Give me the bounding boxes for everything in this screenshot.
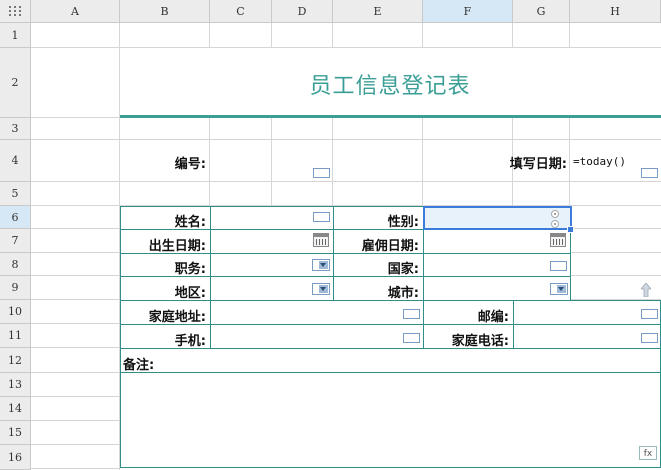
grid-line bbox=[569, 23, 570, 48]
number-label: 编号: bbox=[174, 157, 206, 172]
grid-line bbox=[31, 299, 120, 300]
position-label: 职务: bbox=[174, 262, 206, 277]
row-header-3[interactable]: 3 bbox=[0, 118, 31, 140]
grid-line bbox=[571, 252, 661, 253]
fill-date-label: 填写日期: bbox=[509, 157, 567, 172]
column-header-d[interactable]: D bbox=[272, 0, 333, 23]
home-phone-field-button[interactable] bbox=[641, 333, 658, 343]
notes-fx-button[interactable]: fx bbox=[639, 446, 657, 460]
column-header-c[interactable]: C bbox=[210, 0, 272, 23]
row-header-2[interactable]: 2 bbox=[0, 48, 31, 118]
row-header-6[interactable]: 6 bbox=[0, 206, 31, 229]
title-underline bbox=[120, 115, 661, 118]
grid-line bbox=[569, 118, 570, 206]
column-header-a[interactable]: A bbox=[31, 0, 120, 23]
fill-date-formula[interactable]: =today() bbox=[573, 155, 626, 168]
row-header-11[interactable]: 11 bbox=[0, 324, 31, 348]
region-label: 地区: bbox=[174, 286, 206, 301]
grid-line bbox=[31, 372, 120, 373]
grid-line bbox=[571, 228, 661, 229]
grid-line bbox=[31, 444, 120, 445]
mobile-field-button[interactable] bbox=[403, 333, 420, 343]
name-field-button[interactable] bbox=[313, 212, 330, 222]
grid-line bbox=[422, 23, 423, 48]
grid-line bbox=[209, 23, 210, 48]
column-header-e[interactable]: E bbox=[333, 0, 423, 23]
column-header-h[interactable]: H bbox=[570, 0, 661, 23]
row-header-9[interactable]: 9 bbox=[0, 276, 31, 300]
grid-line bbox=[332, 118, 333, 206]
grid-line bbox=[209, 118, 210, 206]
grid-line bbox=[31, 468, 120, 469]
row-header-12[interactable]: 12 bbox=[0, 348, 31, 373]
city-dropdown-icon[interactable] bbox=[550, 283, 568, 295]
gender-cell-selected[interactable] bbox=[423, 206, 572, 230]
gender-radio-female[interactable] bbox=[551, 220, 559, 228]
fill-date-field-button[interactable] bbox=[641, 168, 658, 178]
selection-fill-handle[interactable] bbox=[567, 226, 574, 233]
zip-code-field-button[interactable] bbox=[641, 309, 658, 319]
column-header-f[interactable]: F bbox=[423, 0, 513, 23]
number-field-button[interactable] bbox=[313, 168, 330, 178]
select-all-corner[interactable] bbox=[0, 0, 31, 23]
row-header-1[interactable]: 1 bbox=[0, 23, 31, 48]
hire-date-calendar-icon[interactable] bbox=[550, 233, 566, 247]
home-address-label: 家庭地址: bbox=[148, 310, 206, 325]
column-header-b[interactable]: B bbox=[120, 0, 210, 23]
gender-radio-male[interactable] bbox=[551, 210, 559, 218]
grid-line bbox=[31, 181, 661, 182]
home-phone-label: 家庭电话: bbox=[451, 334, 509, 349]
grid-line bbox=[31, 275, 120, 276]
birth-date-calendar-icon[interactable] bbox=[313, 233, 329, 247]
row-header-4[interactable]: 4 bbox=[0, 140, 31, 182]
column-header-g[interactable]: G bbox=[513, 0, 570, 23]
row-header-8[interactable]: 8 bbox=[0, 253, 31, 276]
scroll-up-arrow-icon[interactable] bbox=[641, 283, 651, 297]
grid-line bbox=[31, 323, 120, 324]
table-border bbox=[513, 300, 514, 349]
grid-line bbox=[271, 23, 272, 48]
form-title: 员工信息登记表 bbox=[309, 74, 471, 99]
grid-line bbox=[31, 396, 120, 397]
row-header-10[interactable]: 10 bbox=[0, 300, 31, 324]
table-border bbox=[210, 206, 211, 349]
country-label: 国家: bbox=[387, 262, 419, 277]
grid-line bbox=[332, 23, 333, 48]
row-header-13[interactable]: 13 bbox=[0, 373, 31, 397]
table-border bbox=[120, 467, 661, 468]
notes-label: 备注: bbox=[123, 358, 155, 373]
region-dropdown-icon[interactable] bbox=[312, 283, 330, 295]
grid-line bbox=[31, 47, 661, 48]
country-field-button[interactable] bbox=[550, 261, 567, 271]
row-header-5[interactable]: 5 bbox=[0, 182, 31, 206]
gender-label: 性别: bbox=[387, 215, 419, 230]
grid-line bbox=[571, 275, 661, 276]
grid-line bbox=[31, 420, 120, 421]
row-header-7[interactable]: 7 bbox=[0, 229, 31, 253]
table-border bbox=[120, 372, 661, 373]
select-all-grid-icon bbox=[9, 6, 21, 16]
grid-line bbox=[512, 23, 513, 48]
grid-line bbox=[31, 228, 120, 229]
row-header-14[interactable]: 14 bbox=[0, 397, 31, 421]
hire-date-label: 雇佣日期: bbox=[361, 239, 419, 254]
home-address-field-button[interactable] bbox=[403, 309, 420, 319]
city-label: 城市: bbox=[387, 286, 419, 301]
row-header-16[interactable]: 16 bbox=[0, 445, 31, 470]
grid-line bbox=[31, 252, 120, 253]
name-label: 姓名: bbox=[174, 215, 206, 230]
grid-line bbox=[31, 347, 120, 348]
grid-line bbox=[271, 118, 272, 206]
mobile-label: 手机: bbox=[174, 334, 206, 349]
position-dropdown-icon[interactable] bbox=[312, 259, 330, 271]
birth-date-label: 出生日期: bbox=[148, 239, 206, 254]
row-header-15[interactable]: 15 bbox=[0, 421, 31, 445]
grid-line bbox=[31, 139, 661, 140]
zip-code-label: 邮编: bbox=[477, 310, 509, 325]
